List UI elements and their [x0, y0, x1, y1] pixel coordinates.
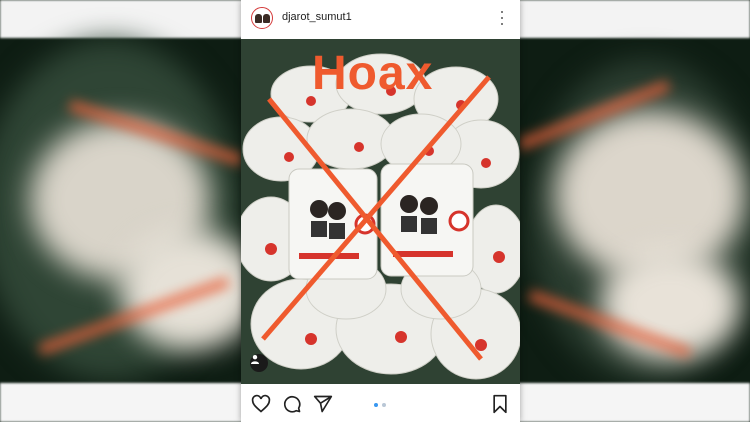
carousel-indicator — [374, 403, 386, 407]
instagram-post: djarot_sumut1 Hoax — [241, 0, 520, 422]
avatar[interactable] — [251, 7, 273, 29]
carousel-dot — [382, 403, 386, 407]
post-actions — [241, 384, 520, 422]
send-icon[interactable] — [313, 394, 333, 414]
hoax-overlay-label: Hoax — [312, 47, 434, 100]
user-tag-icon[interactable] — [250, 354, 268, 372]
bookmark-icon[interactable] — [490, 394, 510, 414]
comment-icon[interactable] — [282, 394, 302, 414]
carousel-dot-active — [374, 403, 378, 407]
post-header: djarot_sumut1 — [241, 0, 520, 39]
heart-icon[interactable] — [251, 394, 271, 414]
more-vertical-icon[interactable] — [500, 11, 504, 25]
post-photo[interactable]: Hoax — [241, 39, 520, 384]
username[interactable]: djarot_sumut1 — [282, 11, 352, 23]
